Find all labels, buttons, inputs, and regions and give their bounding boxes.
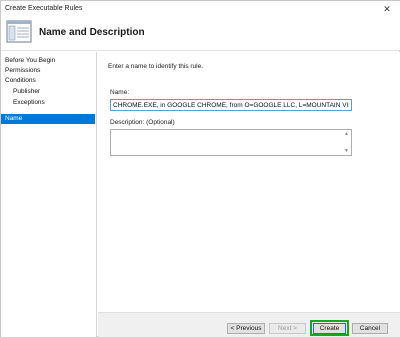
title-bar: Create Executable Rules ✕ <box>1 1 400 17</box>
close-icon[interactable]: ✕ <box>381 3 393 15</box>
sidebar-item-name[interactable]: Name <box>1 114 95 124</box>
sidebar-item-conditions[interactable]: Conditions <box>1 76 95 86</box>
window-title: Create Executable Rules <box>5 5 83 12</box>
create-executable-rules-window: Create Executable Rules ✕ Name and Descr… <box>0 0 400 337</box>
previous-button[interactable]: < Previous <box>227 323 265 334</box>
wizard-footer: < Previous Next > Create Cancel <box>98 312 400 337</box>
name-label: Name: <box>110 89 130 96</box>
scroll-up-icon[interactable]: ▲ <box>344 131 349 137</box>
wizard-steps-sidebar: Before You Begin Permissions Conditions … <box>1 52 97 337</box>
main-content: Enter a name to identify this rule. Name… <box>98 52 400 337</box>
description-field[interactable] <box>111 130 343 155</box>
page-header: Name and Description <box>1 17 400 51</box>
description-field-box: ▲ ▼ <box>110 129 352 156</box>
sidebar-item-exceptions[interactable]: Exceptions <box>1 98 95 108</box>
instruction-text: Enter a name to identify this rule. <box>108 63 204 70</box>
window-list-icon <box>6 20 32 43</box>
sidebar-item-before-you-begin[interactable]: Before You Begin <box>1 56 95 66</box>
sidebar-item-permissions[interactable]: Permissions <box>1 66 95 76</box>
description-scrollbar[interactable]: ▲ ▼ <box>343 130 351 155</box>
name-field[interactable] <box>111 100 351 110</box>
create-button[interactable]: Create <box>313 323 346 334</box>
scroll-down-icon[interactable]: ▼ <box>344 148 349 154</box>
cancel-button[interactable]: Cancel <box>352 323 388 334</box>
name-field-box <box>110 99 352 111</box>
description-label: Description: (Optional) <box>110 119 175 126</box>
next-button[interactable]: Next > <box>269 323 306 334</box>
sidebar-item-publisher[interactable]: Publisher <box>1 87 95 97</box>
page-title: Name and Description <box>39 27 145 38</box>
